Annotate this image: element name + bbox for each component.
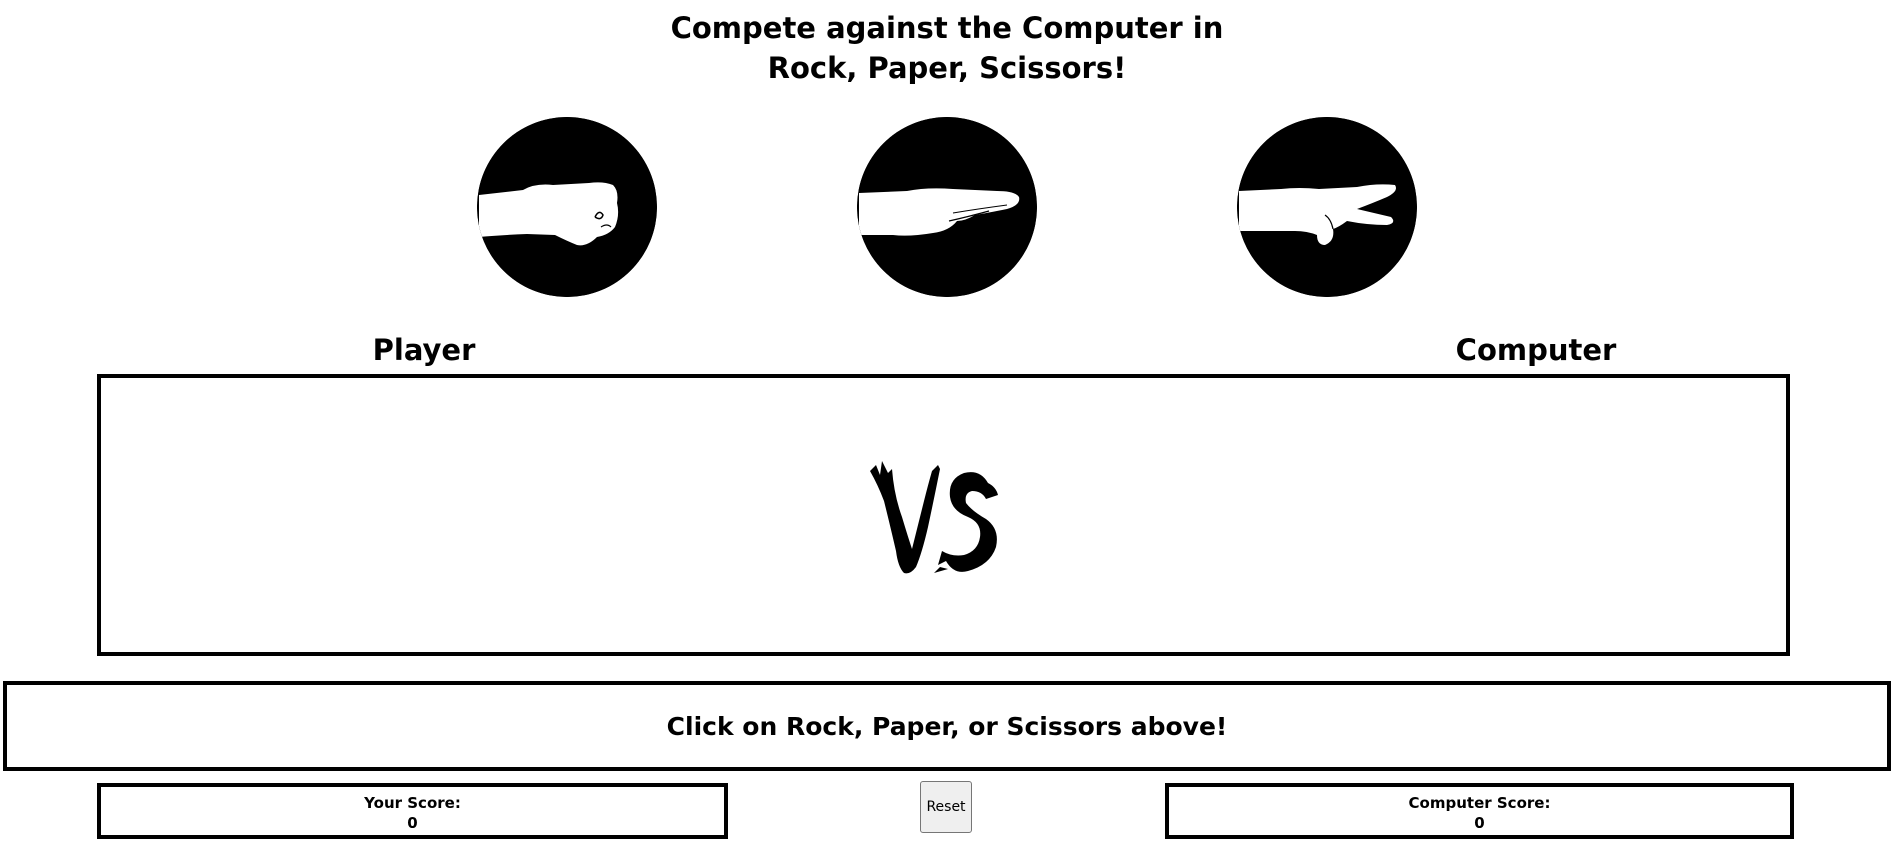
- paper-button[interactable]: [857, 117, 1037, 297]
- page-title: Compete against the Computer in Rock, Pa…: [0, 8, 1894, 88]
- title-line-1: Compete against the Computer in: [670, 11, 1224, 45]
- reset-button[interactable]: Reset: [920, 781, 972, 833]
- rock-button[interactable]: [477, 117, 657, 297]
- scissors-two-fingers-icon: [1237, 117, 1417, 297]
- result-message: Click on Rock, Paper, or Scissors above!: [3, 681, 1891, 771]
- rock-fist-icon: [477, 117, 657, 297]
- title-line-2: Rock, Paper, Scissors!: [767, 51, 1127, 85]
- scissors-button[interactable]: [1237, 117, 1417, 297]
- player-label: Player: [372, 333, 476, 367]
- game-page: Compete against the Computer in Rock, Pa…: [0, 0, 1894, 845]
- vs-icon: [870, 461, 998, 574]
- computer-score-value: 0: [1474, 814, 1485, 832]
- paper-flat-hand-icon: [857, 117, 1037, 297]
- computer-score-label: Computer Score:: [1408, 794, 1551, 812]
- player-score-value: 0: [407, 814, 418, 832]
- player-score-label: Your Score:: [364, 794, 461, 812]
- computer-score-box: Computer Score: 0: [1165, 783, 1794, 839]
- computer-label: Computer: [1455, 333, 1617, 367]
- player-score-box: Your Score: 0: [97, 783, 728, 839]
